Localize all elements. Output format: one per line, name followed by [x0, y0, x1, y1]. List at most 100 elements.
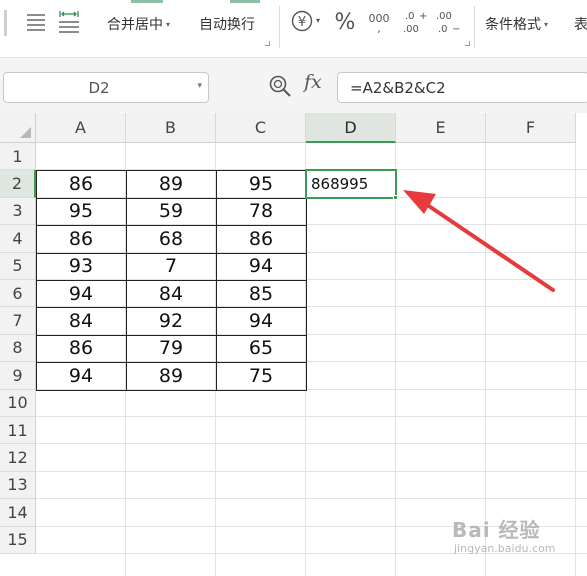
- row-header-1[interactable]: 1: [0, 143, 36, 171]
- cell-b2[interactable]: 89: [126, 170, 216, 197]
- name-box[interactable]: D2 ▾: [3, 72, 209, 103]
- conditional-format-button[interactable]: 条件格式 ▾: [485, 12, 548, 36]
- formula-bar: D2 ▾ fx =A2&B2&C2: [0, 58, 587, 113]
- cell-b9[interactable]: 89: [126, 362, 216, 389]
- column-header-f[interactable]: F: [486, 113, 576, 143]
- row-header-5[interactable]: 5: [0, 252, 36, 280]
- conditional-format-caret-icon[interactable]: ▾: [544, 20, 548, 29]
- merge-center-button[interactable]: 合并居中 ▾: [107, 12, 170, 36]
- column-header-e[interactable]: E: [396, 113, 486, 143]
- cell-b8[interactable]: 79: [126, 335, 216, 362]
- ribbon-separator: [474, 6, 475, 48]
- row-header-8[interactable]: 8: [0, 334, 36, 363]
- ribbon-gripper-icon: [2, 8, 10, 38]
- formula-input[interactable]: =A2&B2&C2: [337, 72, 587, 103]
- fill-handle[interactable]: [393, 194, 398, 200]
- cell-a8[interactable]: 86: [36, 335, 126, 362]
- row-header-11[interactable]: 11: [0, 417, 36, 445]
- ribbon-separator: [279, 6, 280, 48]
- grid-hline: [36, 416, 587, 417]
- table-inner-hline: [36, 252, 306, 254]
- cell-a7[interactable]: 84: [36, 307, 126, 334]
- grid-vline: [485, 143, 486, 576]
- row-header-14[interactable]: 14: [0, 499, 36, 527]
- row-header-15[interactable]: 15: [0, 526, 36, 554]
- row-header-2[interactable]: 2: [0, 170, 36, 198]
- cell-c2[interactable]: 95: [216, 170, 306, 197]
- column-header-b[interactable]: B: [126, 113, 216, 143]
- table-inner-hline: [36, 362, 306, 364]
- svg-text:+: +: [419, 11, 427, 22]
- select-all-corner[interactable]: [0, 113, 36, 143]
- percent-icon[interactable]: %: [333, 9, 357, 35]
- grid-hline: [36, 498, 587, 500]
- spreadsheet-window: 合并居中 ▾ 自动换行 ¥ ▾ % 000, .0 + .00 .00.0− 条件格…: [0, 0, 587, 576]
- cell-d2-result[interactable]: 868995: [306, 170, 396, 197]
- cell-b7[interactable]: 92: [126, 307, 216, 334]
- table-style-label: 表: [574, 17, 587, 33]
- column-header-d[interactable]: D: [306, 113, 396, 143]
- cell-a3[interactable]: 95: [36, 198, 126, 225]
- align-list-icon[interactable]: [24, 10, 48, 34]
- cell-c6[interactable]: 85: [216, 280, 306, 307]
- number-group-launcher-icon[interactable]: [465, 41, 470, 46]
- currency-dropdown-caret-icon[interactable]: ▾: [316, 16, 320, 25]
- merge-dropdown-caret-icon[interactable]: ▾: [166, 20, 170, 29]
- align-distributed-icon[interactable]: [56, 8, 82, 34]
- cell-a5[interactable]: 93: [36, 253, 126, 280]
- cell-c3[interactable]: 78: [216, 198, 306, 225]
- cell-c7[interactable]: 94: [216, 307, 306, 334]
- thousands-icon[interactable]: 000,: [367, 8, 391, 36]
- cell-b3[interactable]: 59: [126, 198, 216, 225]
- cell-a4[interactable]: 86: [36, 225, 126, 252]
- cell-a6[interactable]: 94: [36, 280, 126, 307]
- wrap-text-button[interactable]: 自动换行: [199, 12, 255, 36]
- cell-b6[interactable]: 84: [126, 280, 216, 307]
- merge-center-label: 合并居中: [107, 17, 163, 33]
- cell-c9[interactable]: 75: [216, 362, 306, 389]
- row-header-4[interactable]: 4: [0, 225, 36, 253]
- decrease-decimal-icon[interactable]: .00 .0−: [434, 7, 462, 37]
- row-header-13[interactable]: 13: [0, 471, 36, 500]
- cell-b4[interactable]: 68: [126, 225, 216, 252]
- svg-text:.0: .0: [405, 11, 415, 22]
- table-inner-hline: [36, 307, 306, 309]
- ribbon-accent: [131, 0, 163, 3]
- table-inner-hline: [36, 280, 306, 281]
- svg-text:.00: .00: [436, 11, 452, 22]
- table-inner-hline: [36, 197, 306, 199]
- grid-hline: [36, 443, 587, 445]
- grid-vline: [395, 143, 396, 576]
- svg-text:−: −: [452, 24, 460, 35]
- row-header-6[interactable]: 6: [0, 280, 36, 308]
- fx-icon[interactable]: fx: [304, 71, 322, 93]
- table-inner-hline: [36, 225, 306, 227]
- row-header-10[interactable]: 10: [0, 389, 36, 417]
- cell-a2[interactable]: 86: [36, 170, 126, 197]
- row-header-9[interactable]: 9: [0, 362, 36, 390]
- column-header-a[interactable]: A: [36, 113, 126, 143]
- row-header-3[interactable]: 3: [0, 197, 36, 226]
- conditional-format-label: 条件格式: [485, 17, 541, 33]
- name-box-dropdown-icon[interactable]: ▾: [197, 81, 202, 91]
- zoom-search-icon[interactable]: [268, 74, 292, 98]
- formula-text: =A2&B2&C2: [350, 79, 446, 97]
- currency-icon[interactable]: ¥: [290, 9, 314, 33]
- grid-hline: [36, 470, 587, 472]
- ribbon-toolbar: 合并居中 ▾ 自动换行 ¥ ▾ % 000, .0 + .00 .00.0− 条件格…: [0, 0, 587, 58]
- watermark: Bai 经验 jingyan.baidu.com: [452, 514, 582, 568]
- row-header-12[interactable]: 12: [0, 444, 36, 472]
- align-group-launcher-icon[interactable]: [265, 41, 270, 46]
- cell-c5[interactable]: 94: [216, 253, 306, 280]
- grid-vline: [575, 143, 576, 576]
- row-header-7[interactable]: 7: [0, 307, 36, 335]
- column-header-c[interactable]: C: [216, 113, 306, 143]
- cell-c8[interactable]: 65: [216, 335, 306, 362]
- table-style-button[interactable]: 表: [574, 12, 587, 36]
- cell-b5[interactable]: 7: [126, 253, 216, 280]
- sheet-grid[interactable]: A B C D E F 1 2 3 4 5 6 7 8 9 10 11 12 13 14 15 86 89 95 95 59 78 8…: [0, 113, 587, 576]
- cell-c4[interactable]: 86: [216, 225, 306, 252]
- percent-glyph: %: [334, 9, 356, 35]
- cell-a9[interactable]: 94: [36, 362, 126, 389]
- increase-decimal-icon[interactable]: .0 + .00: [401, 7, 429, 37]
